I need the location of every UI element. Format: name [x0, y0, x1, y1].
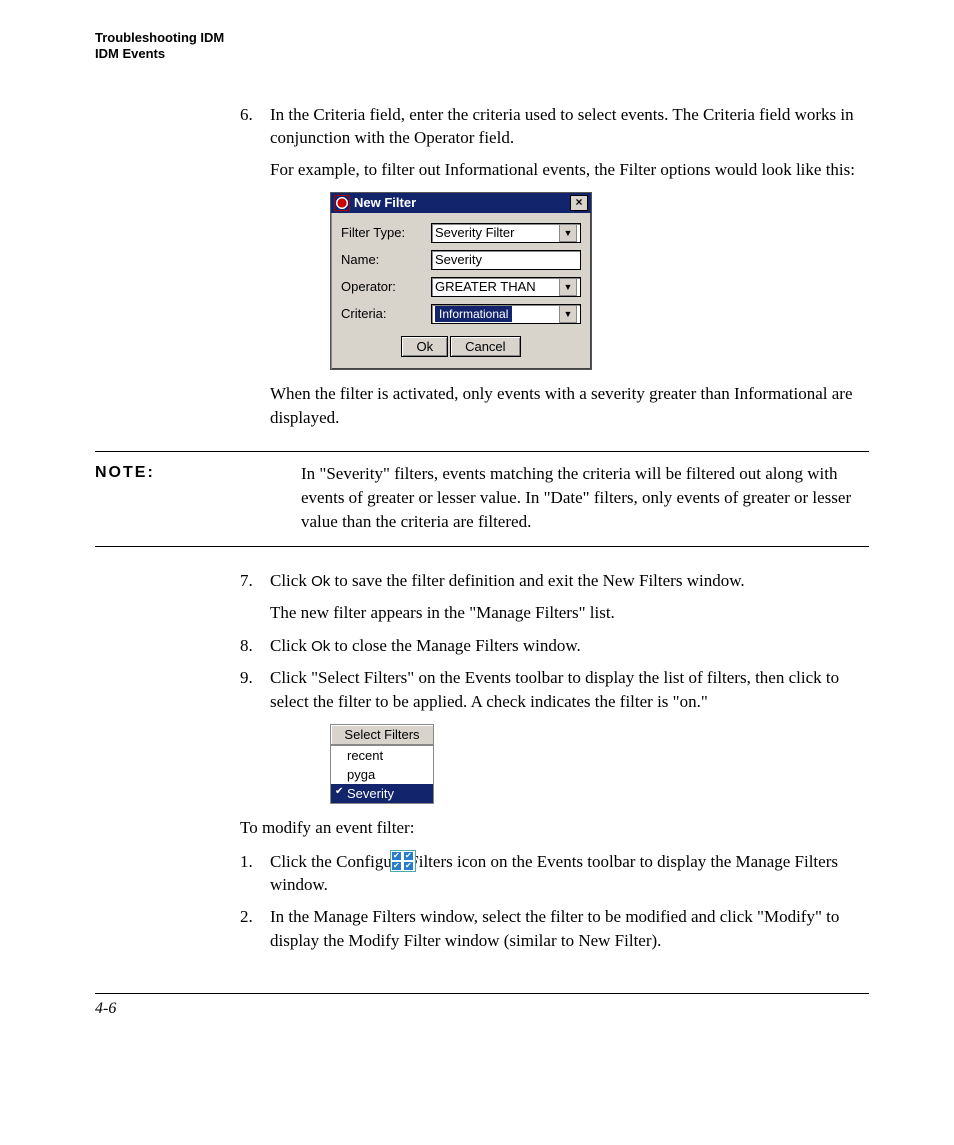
header-line1: Troubleshooting IDM [95, 30, 869, 46]
label-name: Name: [341, 252, 425, 267]
dialog-app-icon [334, 195, 350, 211]
page-number: 4-6 [95, 1000, 116, 1017]
modify-intro: To modify an event filter: [240, 816, 869, 840]
new-filter-dialog: New Filter × Filter Type: Severity Filte… [330, 192, 592, 370]
select-filters-list: recent pyga Severity [330, 745, 434, 804]
modify-step-2-text: In the Manage Filters window, select the… [270, 907, 839, 950]
step-7-post: to save the filter definition and exit t… [330, 571, 744, 590]
criteria-value: Informational [435, 306, 512, 322]
ok-literal-2: Ok [311, 638, 330, 655]
step-7: 7. Click Ok to save the filter definitio… [270, 569, 869, 593]
running-header: Troubleshooting IDM IDM Events [95, 30, 869, 63]
name-input[interactable]: Severity [431, 250, 581, 270]
chevron-down-icon: ▼ [559, 278, 577, 296]
step-8: 8. Click Ok to close the Manage Filters … [270, 634, 869, 658]
step-8-number: 8. [240, 634, 265, 658]
label-operator: Operator: [341, 279, 425, 294]
step-6: 6. In the Criteria field, enter the crit… [270, 103, 869, 151]
dialog-title: New Filter [354, 195, 416, 210]
cancel-button[interactable]: Cancel [450, 336, 520, 357]
step-9: 9. Click "Select Filters" on the Events … [270, 666, 869, 714]
modify-step-2: 2. In the Manage Filters window, select … [270, 905, 869, 953]
operator-select[interactable]: GREATER THAN ▼ [431, 277, 581, 297]
note-text: In "Severity" filters, events matching t… [301, 462, 869, 533]
page-footer: 4-6 [95, 993, 869, 1018]
dialog-titlebar: New Filter × [331, 193, 591, 213]
step-6-text: In the Criteria field, enter the criteri… [270, 105, 854, 148]
note-block: NOTE: In "Severity" filters, events matc… [95, 451, 869, 546]
step-6-example-intro: For example, to filter out Informational… [270, 158, 869, 182]
configure-filters-icon [390, 850, 416, 872]
step-6-after-dialog: When the filter is activated, only event… [270, 382, 869, 430]
ok-literal: Ok [311, 573, 330, 590]
note-label: NOTE: [95, 462, 301, 482]
criteria-select[interactable]: Informational ▼ [431, 304, 581, 324]
filter-item-severity[interactable]: Severity [331, 784, 433, 803]
step-7-text: Click Ok to save the filter definition a… [270, 571, 745, 590]
step-8-pre: Click [270, 636, 311, 655]
label-criteria: Criteria: [341, 306, 425, 321]
modify-step-2-number: 2. [240, 905, 265, 929]
filter-item-pyga[interactable]: pyga [331, 765, 433, 784]
modify-step-1-number: 1. [240, 850, 265, 874]
modify-step-1-text: Click the Configure Filters icon on the … [270, 852, 838, 895]
operator-value: GREATER THAN [435, 279, 536, 294]
name-value: Severity [435, 252, 482, 267]
close-icon[interactable]: × [570, 195, 588, 211]
step-8-text: Click Ok to close the Manage Filters win… [270, 636, 581, 655]
ok-button[interactable]: Ok [401, 336, 448, 357]
modify-step-1: 1. Click the Configure Filters icon on t… [270, 850, 869, 898]
label-filter-type: Filter Type: [341, 225, 425, 240]
header-line2: IDM Events [95, 46, 869, 62]
chevron-down-icon: ▼ [559, 305, 577, 323]
step-9-text: Click "Select Filters" on the Events too… [270, 668, 839, 711]
step-7-pre: Click [270, 571, 311, 590]
select-filters-button[interactable]: Select Filters [330, 724, 434, 745]
filter-type-value: Severity Filter [435, 225, 514, 240]
step-7-number: 7. [240, 569, 265, 593]
step-9-number: 9. [240, 666, 265, 690]
chevron-down-icon: ▼ [559, 224, 577, 242]
select-filters-menu: Select Filters recent pyga Severity [330, 724, 434, 804]
filter-type-select[interactable]: Severity Filter ▼ [431, 223, 581, 243]
step-6-number: 6. [240, 103, 265, 127]
step-7-extra: The new filter appears in the "Manage Fi… [270, 601, 869, 625]
step-8-post: to close the Manage Filters window. [330, 636, 581, 655]
filter-item-recent[interactable]: recent [331, 746, 433, 765]
